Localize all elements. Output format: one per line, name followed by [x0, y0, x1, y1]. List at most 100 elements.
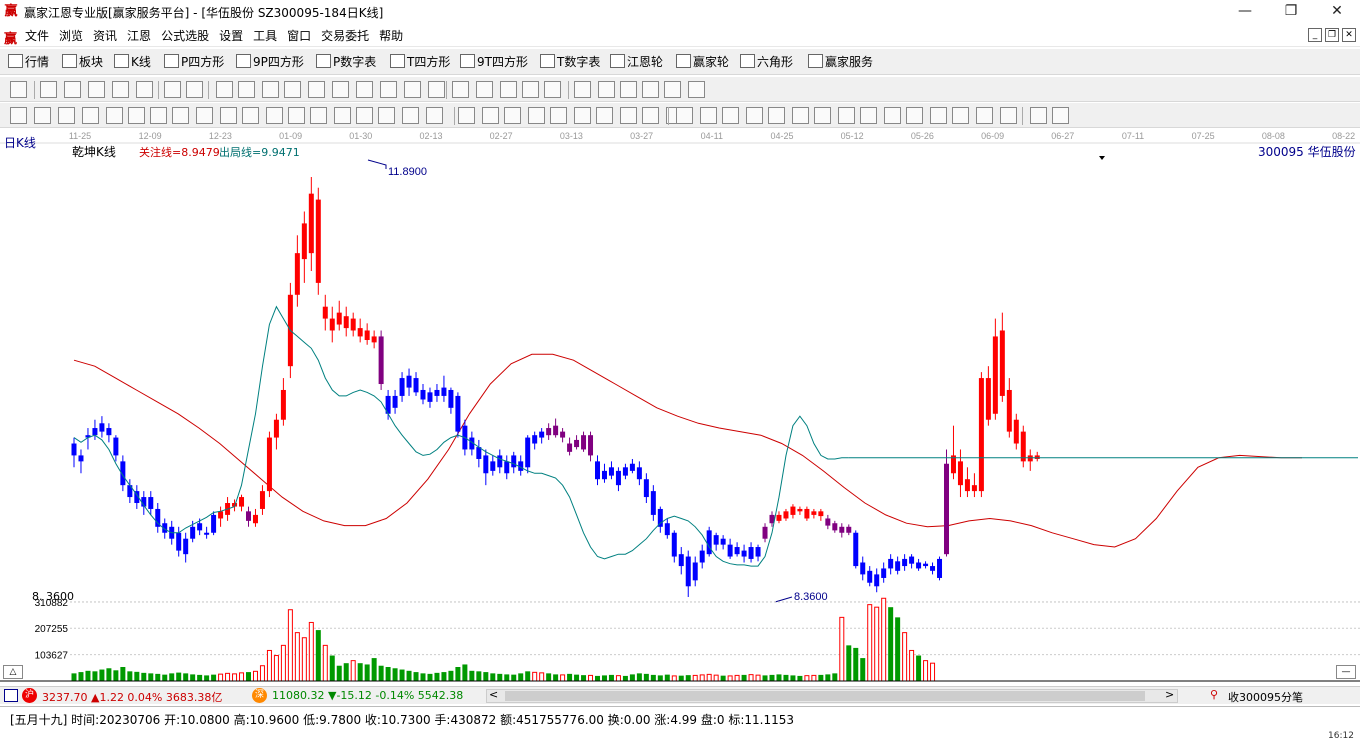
draw-tool-icon[interactable]	[860, 107, 877, 124]
nav-tool-icon[interactable]	[284, 81, 301, 98]
nav-tool-icon[interactable]	[500, 81, 517, 98]
draw-tool-icon[interactable]	[906, 107, 923, 124]
nav-tool-icon[interactable]	[308, 81, 325, 98]
draw-tool-icon[interactable]	[128, 107, 145, 124]
draw-tool-icon[interactable]	[528, 107, 545, 124]
scroll-thumb[interactable]	[505, 691, 1145, 701]
nav-tool-icon[interactable]	[332, 81, 349, 98]
scroll-left-button[interactable]: <	[489, 688, 498, 701]
scroll-right-button[interactable]: >	[1165, 688, 1174, 701]
draw-tool-icon[interactable]	[378, 107, 395, 124]
nav-tool-icon[interactable]	[574, 81, 591, 98]
draw-tool-icon[interactable]	[1030, 107, 1047, 124]
nav-tool-icon[interactable]	[186, 81, 203, 98]
draw-tool-icon[interactable]	[620, 107, 637, 124]
menu-item[interactable]: 工具	[248, 25, 282, 47]
nav-tool-icon[interactable]	[112, 81, 129, 98]
draw-tool-icon[interactable]	[504, 107, 521, 124]
draw-tool-icon[interactable]	[952, 107, 969, 124]
draw-tool-icon[interactable]	[722, 107, 739, 124]
draw-tool-icon[interactable]	[106, 107, 123, 124]
toolbar-button[interactable]: 9P四方形	[236, 52, 304, 72]
draw-tool-icon[interactable]	[242, 107, 259, 124]
nav-tool-icon[interactable]	[428, 81, 445, 98]
draw-tool-icon[interactable]	[82, 107, 99, 124]
menu-item[interactable]: 公式选股	[156, 25, 214, 47]
toolbar-button[interactable]: 赢家服务	[808, 52, 873, 72]
nav-tool-icon[interactable]	[262, 81, 279, 98]
kline-chart[interactable]: 11-25 12-09 12-23 01-09 01-30 02-13 02-27 03-13…	[0, 129, 1360, 685]
nav-tool-icon[interactable]	[598, 81, 615, 98]
nav-tool-icon[interactable]	[452, 81, 469, 98]
toolbar-button[interactable]: T四方形	[390, 52, 450, 72]
toolbar-button[interactable]: 板块	[62, 52, 103, 72]
draw-tool-icon[interactable]	[768, 107, 785, 124]
draw-tool-icon[interactable]	[676, 107, 693, 124]
toolbar-button[interactable]: P四方形	[164, 52, 224, 72]
nav-tool-icon[interactable]	[476, 81, 493, 98]
toolbar-button[interactable]: T数字表	[540, 52, 600, 72]
scroll-track[interactable]: < >	[486, 688, 1178, 703]
draw-tool-icon[interactable]	[642, 107, 659, 124]
draw-tool-icon[interactable]	[1052, 107, 1069, 124]
draw-tool-icon[interactable]	[172, 107, 189, 124]
draw-tool-icon[interactable]	[356, 107, 373, 124]
menu-item[interactable]: 江恩	[122, 25, 156, 47]
draw-tool-icon[interactable]	[792, 107, 809, 124]
draw-tool-icon[interactable]	[34, 107, 51, 124]
toolbar-button[interactable]: 江恩轮	[610, 52, 663, 72]
receive-tick-label[interactable]: 收300095分笔	[1228, 689, 1303, 705]
draw-tool-icon[interactable]	[150, 107, 167, 124]
toolbar-button[interactable]: P数字表	[316, 52, 376, 72]
menu-item[interactable]: 浏览	[54, 25, 88, 47]
draw-tool-icon[interactable]	[700, 107, 717, 124]
mdi-close-icon[interactable]: ✕	[1342, 28, 1356, 42]
toolbar-button[interactable]: 六角形	[740, 52, 793, 72]
close-button[interactable]: ✕	[1314, 0, 1360, 24]
menu-item[interactable]: 资讯	[88, 25, 122, 47]
draw-tool-icon[interactable]	[976, 107, 993, 124]
draw-tool-icon[interactable]	[930, 107, 947, 124]
nav-tool-icon[interactable]	[10, 81, 27, 98]
draw-tool-icon[interactable]	[550, 107, 567, 124]
draw-tool-icon[interactable]	[814, 107, 831, 124]
draw-tool-icon[interactable]	[310, 107, 327, 124]
minimize-button[interactable]: —	[1222, 0, 1268, 24]
menu-item[interactable]: 窗口	[282, 25, 316, 47]
nav-tool-icon[interactable]	[238, 81, 255, 98]
draw-tool-icon[interactable]	[596, 107, 613, 124]
mdi-minimize-icon[interactable]: _	[1308, 28, 1322, 42]
chart-left-button[interactable]: △	[3, 665, 23, 679]
nav-tool-icon[interactable]	[216, 81, 233, 98]
nav-tool-icon[interactable]	[620, 81, 637, 98]
draw-tool-icon[interactable]	[458, 107, 475, 124]
toolbar-button[interactable]: K线	[114, 52, 151, 72]
menu-item[interactable]: 交易委托	[316, 25, 374, 47]
draw-tool-icon[interactable]	[402, 107, 419, 124]
receive-icon[interactable]: ⚲	[1210, 688, 1218, 701]
menu-item[interactable]: 帮助	[374, 25, 408, 47]
draw-tool-icon[interactable]	[196, 107, 213, 124]
draw-tool-icon[interactable]	[220, 107, 237, 124]
restore-button[interactable]: ❐	[1268, 0, 1314, 24]
chart-canvas[interactable]: 11-25 12-09 12-23 01-09 01-30 02-13 02-27 03-13…	[0, 129, 1360, 685]
nav-tool-icon[interactable]	[664, 81, 681, 98]
draw-tool-icon[interactable]	[58, 107, 75, 124]
draw-tool-icon[interactable]	[746, 107, 763, 124]
toolbar-button[interactable]: 赢家轮	[676, 52, 729, 72]
nav-tool-icon[interactable]	[544, 81, 561, 98]
toolbar-button[interactable]: 行情	[8, 52, 49, 72]
menu-item[interactable]: 文件	[20, 25, 54, 47]
nav-tool-icon[interactable]	[88, 81, 105, 98]
nav-tool-icon[interactable]	[522, 81, 539, 98]
draw-tool-icon[interactable]	[574, 107, 591, 124]
draw-tool-icon[interactable]	[288, 107, 305, 124]
nav-tool-icon[interactable]	[136, 81, 153, 98]
draw-tool-icon[interactable]	[426, 107, 443, 124]
mdi-restore-icon[interactable]: ❐	[1325, 28, 1339, 42]
grid-icon[interactable]	[4, 689, 18, 702]
nav-tool-icon[interactable]	[356, 81, 373, 98]
draw-tool-icon[interactable]	[334, 107, 351, 124]
draw-tool-icon[interactable]	[266, 107, 283, 124]
chart-right-button[interactable]: —	[1336, 665, 1356, 679]
